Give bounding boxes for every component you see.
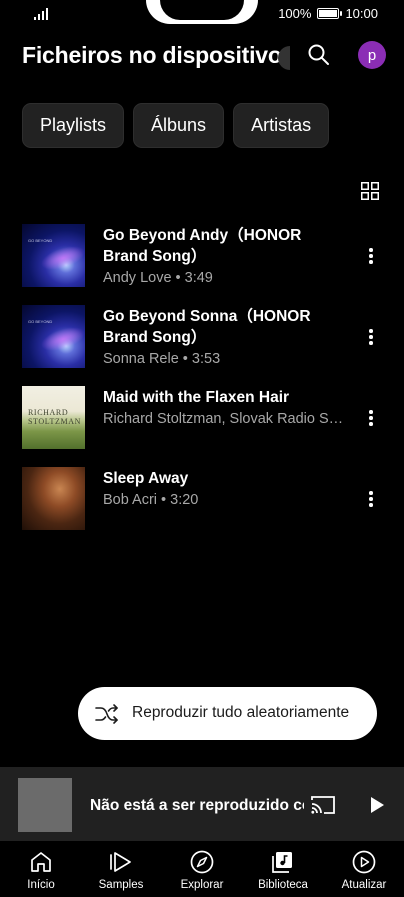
song-subtitle: Sonna Rele • 3:53 [103,351,221,367]
shuffle-icon [95,704,118,724]
home-icon [31,852,51,872]
chip-albums[interactable]: Álbuns [133,103,225,148]
song-title: Go Beyond Andy（HONOR Brand Song） [103,227,302,265]
header: Ficheiros no dispositivo p [0,40,404,76]
nav-label: Explorar [180,879,224,891]
more-options-icon[interactable] [364,246,378,266]
samples-icon [110,852,131,872]
song-list: GO BEYOND Go Beyond Andy（HONOR Brand Son… [0,224,404,548]
song-subtitle: Bob Acri • 3:20 [103,492,199,508]
more-options-icon[interactable] [364,489,378,509]
more-options-icon[interactable] [364,327,378,347]
library-icon [272,852,292,873]
battery-fill [319,10,338,17]
nav-item-library[interactable]: Biblioteca [243,849,323,891]
mini-player[interactable]: Não está a ser reproduzido conteúdo [0,767,404,841]
nav-label: Samples [98,879,144,891]
chip-playlists[interactable]: Playlists [22,103,125,148]
avatar[interactable]: p [358,41,386,69]
shuffle-all-button[interactable]: Reproduzir tudo aleatoriamente [78,687,377,740]
list-item[interactable]: RICHARD STOLTZMAN Maid with the Flaxen H… [0,386,404,467]
page-title: Ficheiros no dispositivo [22,42,282,68]
song-subtitle: Richard Stoltzman, Slovak Radio Symphony… [103,411,348,427]
avatar-letter: p [367,46,377,64]
nav-item-explore[interactable]: Explorar [162,849,242,891]
play-icon[interactable] [368,795,386,815]
album-art [22,467,85,530]
status-bar: 100% 10:00 [0,0,404,28]
bottom-nav: Início Samples Explorar Biblioteca Atual… [0,841,404,897]
album-art: RICHARD STOLTZMAN [22,386,85,449]
filter-chips: Playlists Álbuns Artistas [22,103,330,148]
nav-label: Atualizar [341,879,387,891]
nav-item-samples[interactable]: Samples [81,849,161,891]
more-options-icon[interactable] [364,408,378,428]
nav-item-upgrade[interactable]: Atualizar [324,849,404,891]
list-item[interactable]: GO BEYOND Go Beyond Andy（HONOR Brand Son… [0,224,404,305]
upgrade-icon [352,850,376,874]
battery-icon [317,8,343,19]
nav-label: Início [27,879,55,891]
album-art: GO BEYOND [22,305,85,368]
song-subtitle: Andy Love • 3:49 [103,270,213,286]
mini-player-title: Não está a ser reproduzido conteúdo [90,797,304,814]
song-title: Go Beyond Sonna（HONOR Brand Song） [103,308,311,346]
list-item[interactable]: Sleep Away Bob Acri • 3:20 [0,467,404,548]
song-title: Maid with the Flaxen Hair [103,389,290,406]
mini-player-thumbnail [18,778,72,832]
list-item[interactable]: GO BEYOND Go Beyond Sonna（HONOR Brand So… [0,305,404,386]
nav-label: Biblioteca [258,879,308,891]
nav-item-home[interactable]: Início [1,849,81,891]
search-icon[interactable] [306,42,332,68]
clock: 10:00 [345,6,378,21]
grid-view-icon[interactable] [361,182,379,200]
explore-icon [190,850,214,874]
cast-icon[interactable] [310,794,336,816]
chip-artists[interactable]: Artistas [233,103,330,148]
album-art: GO BEYOND [22,224,85,287]
battery-percent: 100% [278,6,312,21]
shuffle-all-label: Reproduzir tudo aleatoriamente [132,704,350,721]
song-title: Sleep Away [103,470,189,487]
signal-icon [34,8,48,20]
